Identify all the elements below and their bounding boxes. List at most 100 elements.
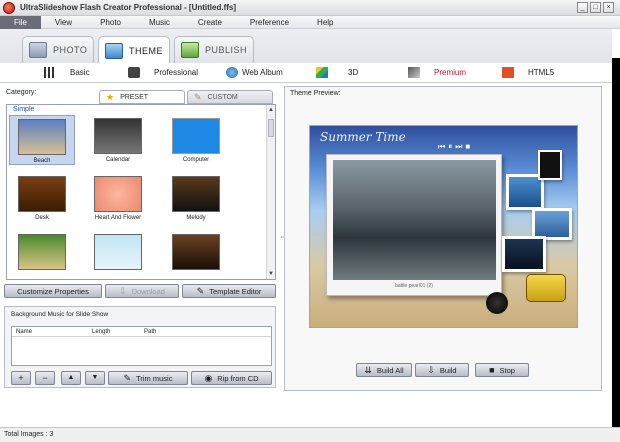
subtab-professional-label: Professional <box>154 68 199 77</box>
add-music-button[interactable]: + <box>11 371 31 385</box>
preview-main-photo-frame: battle pearl01 (2) <box>326 154 502 296</box>
tab-preset-label: Preset <box>120 93 149 101</box>
template-editor-button[interactable]: ✎ Template Editor <box>182 284 276 298</box>
subtab-basic-label: Basic <box>70 68 90 77</box>
app-logo-icon <box>3 1 15 14</box>
status-bar: Total Images : 3 <box>0 427 620 442</box>
theme-thumb-9[interactable] <box>163 231 229 279</box>
theme-thumb-computer[interactable]: Computer <box>163 115 229 165</box>
menu-create[interactable]: Create <box>184 16 236 29</box>
build-all-button[interactable]: ⇊ Build All <box>356 363 412 377</box>
scroll-up-arrow-icon[interactable]: ▲ <box>267 106 275 114</box>
subtab-html5[interactable]: HTML5 <box>502 63 554 82</box>
tab-photo[interactable]: Photo <box>22 36 94 63</box>
music-table[interactable]: Name Length Path <box>11 326 272 366</box>
theme-label: Desk <box>35 215 49 221</box>
preview-playback-icons: ⏮⏸⏭■ <box>438 142 474 151</box>
publish-icon <box>181 42 199 58</box>
tab-preset[interactable]: ★ Preset <box>99 90 185 104</box>
subtab-3d-label: 3D <box>348 68 359 77</box>
theme-sub-tab-bar: Basic Professional Web Album 3D Premium … <box>0 63 612 83</box>
menu-view[interactable]: View <box>41 16 86 29</box>
star-icon: ★ <box>106 91 115 102</box>
preview-battleship-photo <box>333 160 496 280</box>
download-button[interactable]: ⇩ Download <box>105 284 179 298</box>
menu-help[interactable]: Help <box>303 16 347 29</box>
right-edge-border <box>612 58 620 428</box>
theme-thumb-desk[interactable]: Desk <box>9 173 75 223</box>
theme-thumb-melody[interactable]: Melody <box>163 173 229 223</box>
cubes-icon <box>316 67 328 78</box>
scroll-down-arrow-icon[interactable]: ▼ <box>267 270 275 278</box>
preview-photo-caption: battle pearl01 (2) <box>395 283 433 289</box>
move-down-button[interactable]: ▼ <box>85 371 105 385</box>
camera-icon <box>128 67 140 78</box>
rip-from-cd-button[interactable]: ◉ Rip from CD <box>191 371 272 385</box>
tab-theme-label: Theme <box>129 45 163 56</box>
globe-icon <box>226 67 238 78</box>
scissors-icon: ✎ <box>123 372 132 383</box>
theme-thumb-calendar[interactable]: Calendar <box>85 115 151 165</box>
theme-thumb-beach[interactable]: Beach <box>9 115 75 165</box>
thumbnail-scrollbar[interactable]: ▲ ▼ <box>266 105 275 279</box>
subtab-professional[interactable]: Professional <box>128 63 198 82</box>
menu-bar: File View Photo Music Create Preference … <box>0 15 620 29</box>
tab-custom[interactable]: ✎ Custom <box>187 90 273 104</box>
preview-side-photo-4 <box>538 150 562 180</box>
theme-label: Melody <box>186 215 206 221</box>
move-up-button[interactable]: ▲ <box>61 371 81 385</box>
total-images-status: Total Images : 3 <box>4 431 54 438</box>
stop-button[interactable]: ■ Stop <box>475 363 529 377</box>
theme-label: Heart And Flower <box>94 215 142 221</box>
stop-icon: ■ <box>489 365 495 375</box>
tab-publish-label: Publish <box>205 45 248 55</box>
subtab-web-album[interactable]: Web Album <box>226 63 283 82</box>
edit-icon: ✎ <box>196 285 205 296</box>
stop-label: Stop <box>499 365 515 375</box>
subtab-html5-label: HTML5 <box>528 68 555 77</box>
theme-action-row: Customize Properties ⇩ Download ✎ Templa… <box>4 284 278 299</box>
beach-thumbnail <box>18 119 66 155</box>
subtab-basic[interactable]: Basic <box>44 63 90 82</box>
theme-label: Computer <box>182 157 210 163</box>
theme-9-thumbnail <box>172 234 220 270</box>
minimize-button[interactable]: _ <box>577 2 588 13</box>
maximize-button[interactable]: □ <box>590 2 601 13</box>
theme-8-thumbnail <box>94 234 142 270</box>
trim-music-button[interactable]: ✎ Trim music <box>108 371 188 385</box>
calendar-thumbnail <box>94 118 142 154</box>
theme-thumb-heart-and-flower[interactable]: Heart And Flower <box>85 173 151 223</box>
build-button[interactable]: ⇩ Build <box>415 363 469 377</box>
theme-label: Calendar <box>105 157 131 163</box>
menu-preference[interactable]: Preference <box>236 16 303 29</box>
theme-7-thumbnail <box>18 234 66 270</box>
theme-label: Beach <box>33 158 51 164</box>
theme-preview-panel: Theme Preview: Summer Time ⏮⏸⏭■ battle p… <box>284 86 602 391</box>
theme-preview-image: Summer Time ⏮⏸⏭■ battle pearl01 (2) <box>309 125 578 328</box>
subtab-premium[interactable]: Premium <box>408 63 466 82</box>
menu-photo[interactable]: Photo <box>86 16 135 29</box>
tab-photo-label: Photo <box>53 45 88 55</box>
scrollbar-thumb[interactable] <box>268 119 274 137</box>
column-length[interactable]: Length <box>92 329 110 335</box>
subtab-web-album-label: Web Album <box>242 68 283 77</box>
melody-thumbnail <box>172 176 220 212</box>
subtab-3d[interactable]: 3D <box>316 63 358 82</box>
tab-publish[interactable]: Publish <box>174 36 254 63</box>
theme-thumb-8[interactable] <box>85 231 151 279</box>
theme-thumb-7[interactable] <box>9 231 75 279</box>
customize-properties-button[interactable]: Customize Properties <box>4 284 102 298</box>
tab-theme[interactable]: Theme <box>98 36 170 64</box>
column-path[interactable]: Path <box>144 329 156 335</box>
cd-icon: ◉ <box>204 372 213 383</box>
theme-thumbnail-list[interactable]: Simple Beach Calendar Computer Desk Hear… <box>6 104 276 280</box>
menu-music[interactable]: Music <box>135 16 184 29</box>
menu-file[interactable]: File <box>0 15 41 29</box>
column-name[interactable]: Name <box>16 329 32 335</box>
window-title: UltraSlideshow Flash Creator Professiona… <box>20 3 237 12</box>
close-button[interactable]: × <box>603 2 614 13</box>
premium-icon <box>408 67 420 78</box>
remove-music-button[interactable]: − <box>35 371 55 385</box>
category-label: Category: <box>6 89 37 96</box>
music-panel-title: Background Music for Slide Show <box>11 311 109 318</box>
